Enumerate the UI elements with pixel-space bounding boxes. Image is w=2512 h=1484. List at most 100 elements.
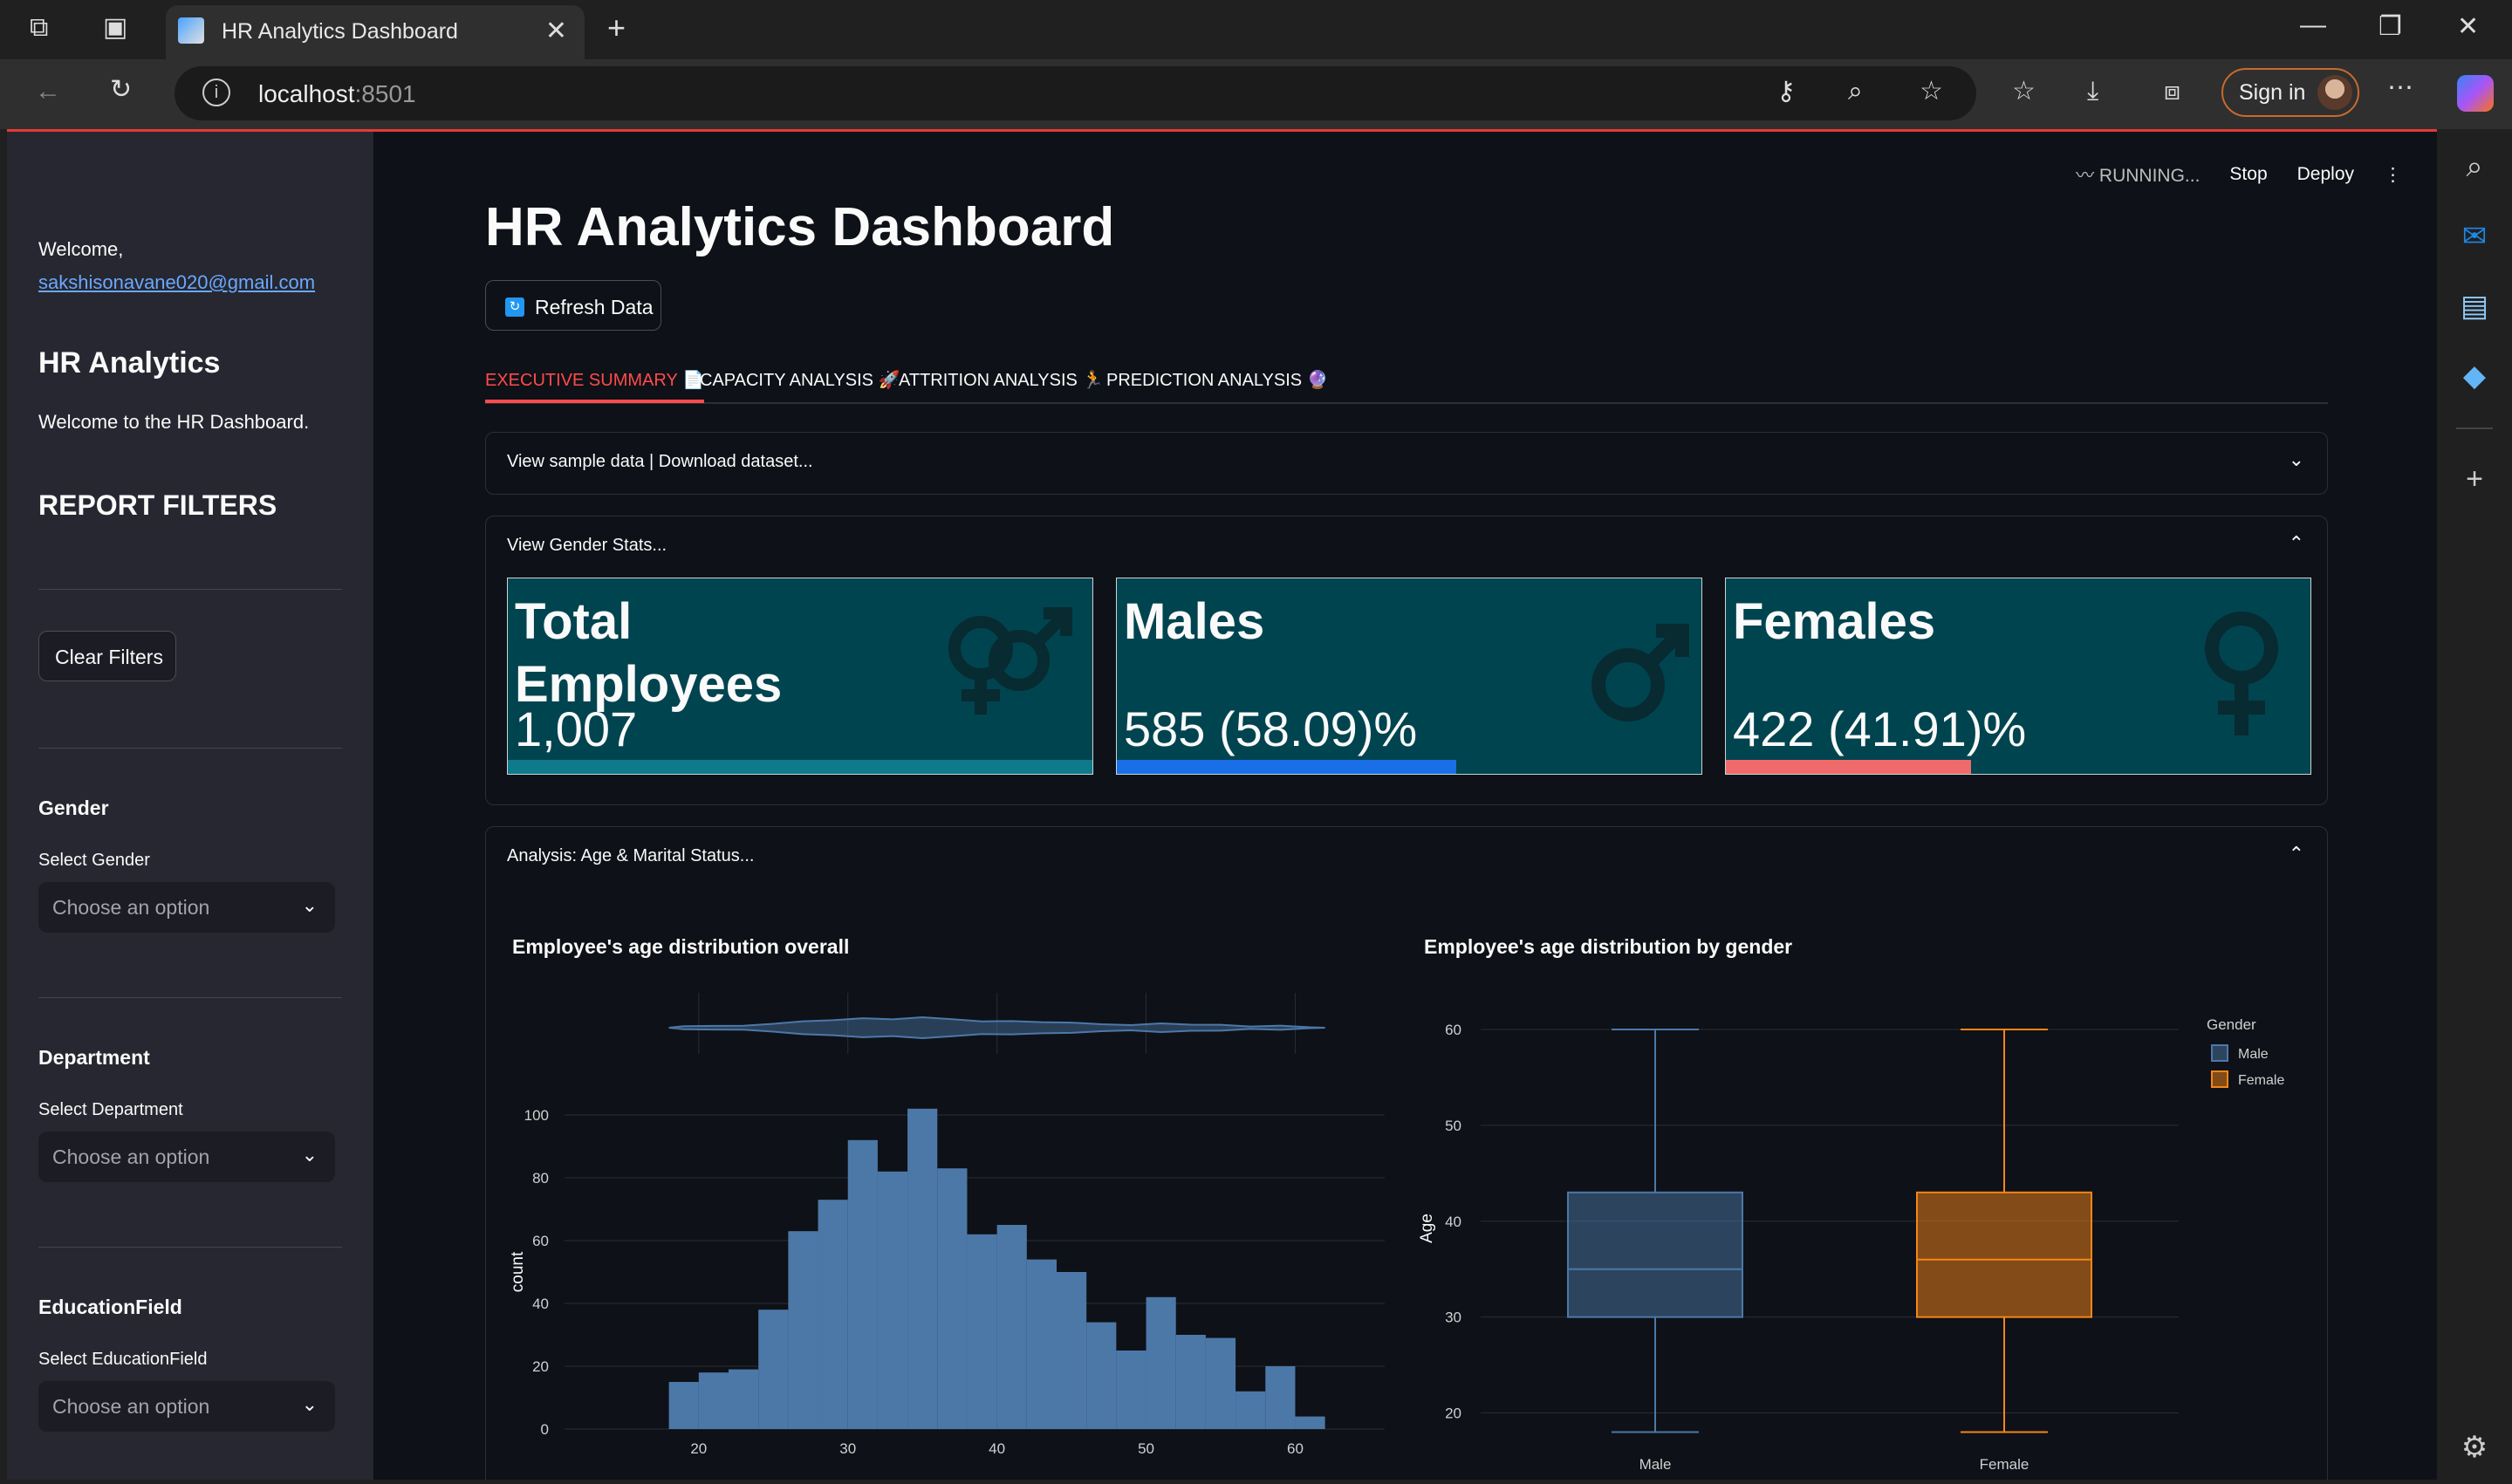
refresh-data-button[interactable]: ↻ Refresh Data <box>485 280 661 331</box>
favorites-icon[interactable]: ☆ <box>2012 79 2036 105</box>
close-tab-icon[interactable]: ✕ <box>545 16 567 46</box>
histogram-bar <box>818 1200 848 1429</box>
filter-sidebar: Welcome, sakshisonavane020@gmail.com HR … <box>7 132 373 1480</box>
age-boxplot-title: Employee's age distribution by gender <box>1424 935 1793 958</box>
address-bar[interactable]: i localhost:8501 ⚷ ⌕ ☆ <box>175 66 1976 120</box>
y-tick-label: 60 <box>1445 1022 1461 1038</box>
app-status-bar: 〰 RUNNING... Stop Deploy ⋮ <box>2076 161 2402 188</box>
histogram-bar <box>847 1139 878 1429</box>
new-tab-icon[interactable]: + <box>607 12 626 44</box>
y-tick-label: 80 <box>532 1170 549 1187</box>
profile-avatar <box>2317 75 2352 110</box>
tab-attrition-analysis[interactable]: ATTRITION ANALYSIS 🏃 <box>899 369 1104 400</box>
outlook-icon[interactable]: ✉ <box>2456 218 2493 255</box>
tab-prediction-analysis[interactable]: PREDICTION ANALYSIS 🔮 <box>1106 369 1329 400</box>
notes-icon[interactable]: ▤ <box>2456 288 2493 325</box>
age-histogram-title: Employee's age distribution overall <box>512 935 850 958</box>
settings-gear-icon[interactable]: ⚙ <box>2456 1429 2493 1466</box>
age-histogram-chart[interactable]: 2030405060020406080100Agecount <box>503 975 1411 1480</box>
refresh-icon: ↻ <box>505 297 524 317</box>
main-content: 〰 RUNNING... Stop Deploy ⋮ HR Analytics … <box>373 132 2437 1480</box>
restore-icon[interactable]: ❐ <box>2379 14 2402 40</box>
deploy-button[interactable]: Deploy <box>2297 164 2354 185</box>
site-info-icon[interactable]: i <box>202 79 230 106</box>
y-tick-label: 60 <box>532 1233 549 1249</box>
educationfield-filter-label: Select EducationField <box>38 1350 208 1369</box>
clear-filters-button[interactable]: Clear Filters <box>38 631 176 681</box>
females-card: Females 422 (41.91)% <box>1725 578 2311 775</box>
gender-stats-expander-header[interactable]: View Gender Stats... <box>507 536 667 556</box>
dashboard-favicon-icon <box>178 17 204 44</box>
chevron-down-icon: ⌄ <box>301 1393 318 1415</box>
y-tick-label: 0 <box>541 1421 549 1438</box>
app-viewport: Welcome, sakshisonavane020@gmail.com HR … <box>7 129 2437 1480</box>
chevron-up-icon[interactable]: ⌃ <box>2289 532 2304 555</box>
department-select[interactable]: Choose an option ⌄ <box>38 1132 335 1182</box>
histogram-bar <box>729 1369 759 1429</box>
gender-stats-expander: View Gender Stats... ⌃ Total Employees 1,… <box>485 516 2328 805</box>
sample-data-expander[interactable]: View sample data | Download dataset... ⌄ <box>485 432 2328 495</box>
histogram-bar <box>1057 1272 1087 1429</box>
app-menu-icon[interactable]: ⋮ <box>2384 164 2402 186</box>
tab-executive-summary[interactable]: EXECUTIVE SUMMARY 📄 <box>485 369 704 403</box>
x-tick-label: 20 <box>690 1440 707 1457</box>
browser-tab-title: HR Analytics Dashboard <box>222 19 458 44</box>
legend-swatch <box>2211 1070 2228 1088</box>
y-tick-label: 20 <box>532 1358 549 1375</box>
url-text[interactable]: localhost:8501 <box>258 80 416 108</box>
sidebar-divider <box>38 748 342 749</box>
tab-capacity-analysis[interactable]: CAPACITY ANALYSIS 🚀 <box>700 369 900 400</box>
educationfield-filter-title: EducationField <box>38 1296 182 1318</box>
gender-filter-title: Gender <box>38 797 109 819</box>
downloads-icon[interactable]: ⤓ <box>2087 79 2098 105</box>
histogram-bar <box>1026 1259 1057 1429</box>
histogram-bar <box>1146 1296 1176 1429</box>
histogram-bar <box>698 1372 729 1429</box>
copilot-icon[interactable] <box>2457 75 2494 112</box>
tab-actions-icon[interactable]: ▣ <box>103 15 127 41</box>
y-tick-label: 40 <box>1445 1214 1461 1230</box>
back-icon[interactable]: ← <box>35 79 61 105</box>
violin-marginal <box>668 1016 1325 1040</box>
browser-tab-active[interactable]: HR Analytics Dashboard ✕ <box>166 5 585 59</box>
key-icon[interactable]: ⚷ <box>1776 79 1796 105</box>
chevron-down-icon: ⌄ <box>301 1144 318 1166</box>
histogram-bar <box>1175 1335 1206 1429</box>
x-tick-label: 60 <box>1287 1440 1304 1457</box>
gender-select[interactable]: Choose an option ⌄ <box>38 882 335 933</box>
legend-label: Female <box>2238 1073 2284 1088</box>
histogram-bar <box>996 1225 1027 1429</box>
screenshot-icon[interactable]: ⧈ <box>2164 79 2180 105</box>
histogram-bar <box>758 1310 789 1429</box>
histogram-bar <box>967 1234 997 1429</box>
reload-icon[interactable]: ↻ <box>110 77 132 103</box>
search-icon[interactable]: ⌕ <box>2456 148 2493 185</box>
box-iqr <box>1567 1191 1743 1318</box>
x-tick-label: Female <box>1980 1456 2029 1473</box>
stop-button[interactable]: Stop <box>2229 164 2267 185</box>
tab-list: EXECUTIVE SUMMARY 📄 CAPACITY ANALYSIS 🚀 … <box>485 369 2328 404</box>
sign-in-button[interactable]: Sign in <box>2221 68 2359 117</box>
female-symbol-icon <box>2205 612 2278 735</box>
card-title: Total Employees <box>515 593 783 713</box>
close-window-icon[interactable]: ✕ <box>2457 14 2479 40</box>
favorite-star-icon[interactable]: ☆ <box>1920 79 1943 105</box>
educationfield-select[interactable]: Choose an option ⌄ <box>38 1381 335 1432</box>
workspaces-icon[interactable]: ⧉ <box>30 15 48 41</box>
user-email-link[interactable]: sakshisonavane020@gmail.com <box>38 271 315 294</box>
report-filters-heading: REPORT FILTERS <box>38 489 277 521</box>
age-marital-expander-header[interactable]: Analysis: Age & Marital Status... <box>507 846 754 866</box>
x-tick-label: 50 <box>1138 1440 1154 1457</box>
side-divider <box>2456 427 2493 429</box>
x-tick-label: Male <box>1639 1456 1672 1473</box>
chevron-up-icon[interactable]: ⌃ <box>2289 843 2304 865</box>
histogram-bar <box>1265 1366 1296 1429</box>
zoom-icon[interactable]: ⌕ <box>1848 79 1863 105</box>
shopping-icon[interactable]: ◆ <box>2456 358 2493 394</box>
add-panel-icon[interactable]: + <box>2456 461 2493 497</box>
more-menu-icon[interactable]: ⋯ <box>2387 75 2413 101</box>
sidebar-subtext: Welcome to the HR Dashboard. <box>38 411 310 433</box>
age-boxplot-chart[interactable]: 2030405060MaleFemaleGenderAgeGenderMaleF… <box>1411 975 2318 1480</box>
minimize-icon[interactable]: — <box>2300 12 2326 38</box>
welcome-text: Welcome, <box>38 238 124 260</box>
